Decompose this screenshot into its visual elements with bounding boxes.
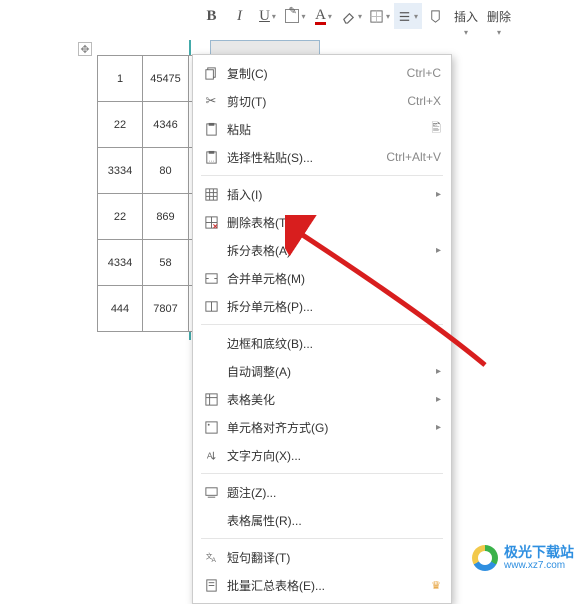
svg-text:A: A (206, 450, 212, 460)
brand-watermark: 极光下载站 www.xz7.com (472, 545, 574, 571)
text-direction-icon: A (201, 448, 221, 463)
menu-cut[interactable]: ✂ 剪切(T) Ctrl+X (193, 87, 451, 115)
bold-button[interactable]: B (198, 3, 226, 29)
beautify-icon (201, 392, 221, 407)
menu-separator (201, 324, 443, 325)
menu-paste[interactable]: 粘贴 🖺 (193, 115, 451, 143)
menu-cell-align[interactable]: 单元格对齐方式(G) (193, 413, 451, 441)
svg-text:A: A (211, 557, 216, 564)
highlight-fill-button[interactable] (422, 3, 450, 29)
marker-icon (428, 9, 443, 24)
menu-paste-special[interactable]: … 选择性粘贴(S)... Ctrl+Alt+V (193, 143, 451, 171)
menu-caption[interactable]: 题注(Z)... (193, 478, 451, 506)
menu-separator (201, 538, 443, 539)
menu-short-translate[interactable]: 文A 短句翻译(T) (193, 543, 451, 571)
align-icon (397, 9, 412, 24)
border-icon (369, 9, 384, 24)
context-menu: 复制(C) Ctrl+C ✂ 剪切(T) Ctrl+X 粘贴 🖺 … 选择性粘贴… (192, 54, 452, 604)
svg-text:…: … (208, 156, 215, 163)
clear-format-button[interactable] (338, 3, 366, 29)
menu-split-cells[interactable]: 拆分单元格(P)... (193, 292, 451, 320)
cut-icon: ✂ (201, 93, 221, 109)
highlight-color-button[interactable]: ✎ (282, 3, 310, 29)
insert-table-icon (201, 187, 221, 202)
menu-merge-cells[interactable]: 合并单元格(M) (193, 264, 451, 292)
premium-icon: ♛ (431, 579, 441, 592)
caption-icon (201, 485, 221, 500)
menu-text-direction[interactable]: A 文字方向(X)... (193, 441, 451, 469)
brand-logo-icon (472, 545, 498, 571)
delete-menu[interactable]: 删除▾ (483, 3, 516, 29)
italic-button[interactable]: I (226, 3, 254, 29)
copy-icon (201, 66, 221, 81)
align-button[interactable] (394, 3, 422, 29)
underline-button[interactable]: U (254, 3, 282, 29)
merge-cells-icon (201, 271, 221, 286)
paste-special-icon: … (201, 150, 221, 165)
formatting-toolbar: B I U ✎ A 插入▾ 删除▾ (192, 0, 582, 32)
border-button[interactable] (366, 3, 394, 29)
menu-copy[interactable]: 复制(C) Ctrl+C (193, 59, 451, 87)
menu-beautify[interactable]: 表格美化 (193, 385, 451, 413)
insert-menu[interactable]: 插入▾ (450, 3, 483, 29)
menu-separator (201, 473, 443, 474)
menu-table-props[interactable]: 表格属性(R)... (193, 506, 451, 534)
align-grid-icon (201, 420, 221, 435)
paste-icon (201, 122, 221, 137)
font-color-button[interactable]: A (310, 3, 338, 29)
translate-icon: 文A (201, 550, 221, 565)
brand-name: 极光下载站 (504, 545, 574, 560)
split-cells-icon (201, 299, 221, 314)
menu-auto-adjust[interactable]: 自动调整(A) (193, 357, 451, 385)
menu-separator (201, 175, 443, 176)
table-move-handle[interactable]: ✥ (78, 42, 92, 56)
menu-batch-summary[interactable]: 批量汇总表格(E)... ♛ (193, 571, 451, 599)
menu-insert[interactable]: 插入(I) (193, 180, 451, 208)
menu-border-shading[interactable]: 边框和底纹(B)... (193, 329, 451, 357)
delete-table-icon (201, 215, 221, 230)
eraser-icon (341, 9, 356, 24)
paste-options-icon: 🖺 (431, 119, 441, 140)
menu-delete-table[interactable]: 删除表格(T) (193, 208, 451, 236)
brand-url: www.xz7.com (504, 560, 574, 571)
summary-icon (201, 578, 221, 593)
menu-split-table[interactable]: 拆分表格(A) (193, 236, 451, 264)
